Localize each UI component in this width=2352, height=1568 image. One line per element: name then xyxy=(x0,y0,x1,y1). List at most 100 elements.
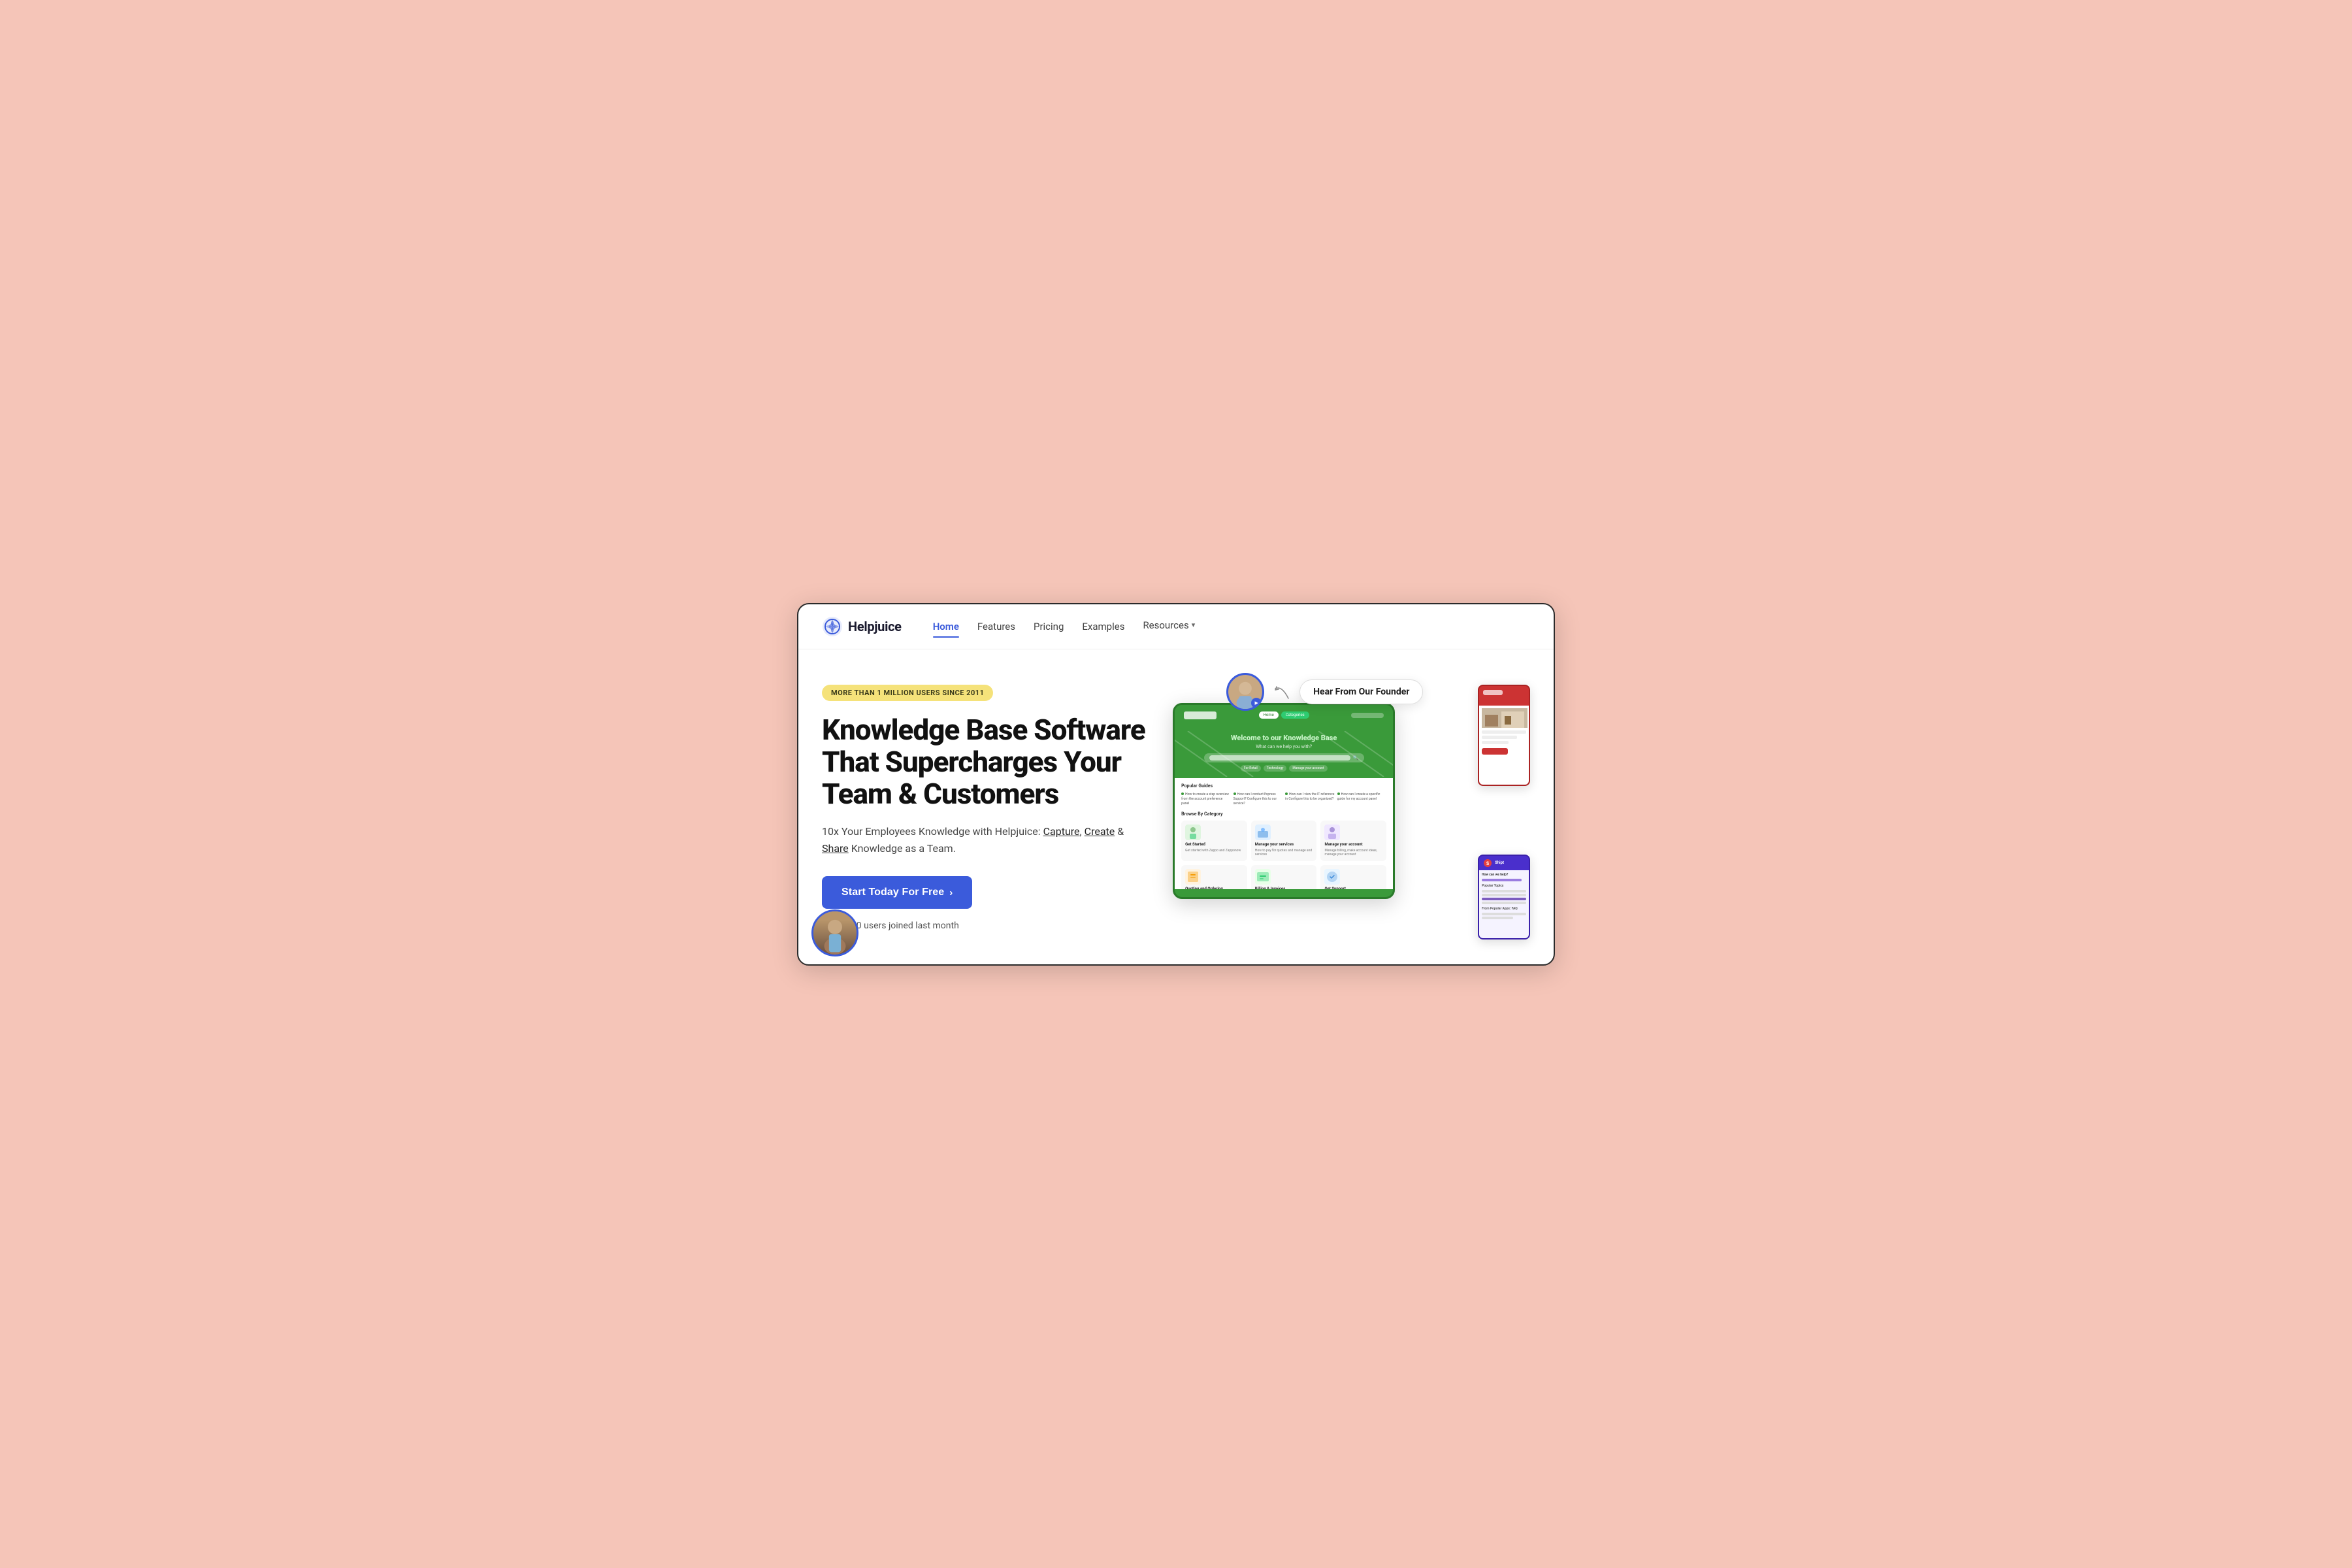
nav-links: Home Features Pricing Examples Resources… xyxy=(933,619,1196,634)
side1-row-1 xyxy=(1482,730,1526,734)
side2-link-2 xyxy=(1482,894,1526,896)
nav-link-features[interactable]: Features xyxy=(977,621,1015,635)
bottom-testimonial-avatar[interactable] xyxy=(811,909,858,956)
kb-cat-title-3: Manage your account xyxy=(1324,842,1362,847)
kb-screenshot-main: Home Categories xyxy=(1173,703,1395,899)
side2-link-5 xyxy=(1482,913,1526,915)
create-link[interactable]: Create xyxy=(1085,825,1115,838)
kb-category-get-started[interactable]: Get Started Get started with Zappo and Z… xyxy=(1181,821,1247,861)
share-link[interactable]: Share xyxy=(822,842,849,855)
hero-section: MORE THAN 1 MILLION USERS SINCE 2011 Kno… xyxy=(798,649,1554,964)
hear-from-bubble: Hear From Our Founder xyxy=(1299,679,1423,704)
kb-top-right xyxy=(1351,713,1384,718)
kb-cat-desc-3: Manage billing, make account ideas, mana… xyxy=(1324,849,1382,857)
kb-guides-grid: How to create a step overview from the a… xyxy=(1181,792,1386,806)
curved-arrow-icon xyxy=(1272,682,1292,702)
play-icon: ▶ xyxy=(1251,698,1262,708)
side2-link-1 xyxy=(1482,890,1526,892)
cta-label: Start Today For Free xyxy=(841,887,944,898)
kb-content: Welcome to our Knowledge Base What can w… xyxy=(1175,723,1393,889)
kb-category-manage-account[interactable]: Manage your account Manage billing, make… xyxy=(1320,821,1386,861)
hero-right: ▶ Hear From Our Founder Home xyxy=(1173,685,1530,933)
nav-item-resources[interactable]: Resources ▾ xyxy=(1143,619,1195,634)
kb-cat-icon-2 xyxy=(1255,825,1271,840)
navbar: Helpjuice Home Features Pricing Examples… xyxy=(798,604,1554,649)
kb-category-billing[interactable]: Billing & Invoices How to view invoices,… xyxy=(1251,865,1317,889)
diagonal-lines-decoration xyxy=(1175,731,1393,777)
side2-popular-title: Popular Topics xyxy=(1482,884,1526,888)
side2-popular-apps-title: From Popular Apps: FAQ xyxy=(1482,907,1526,911)
kb-cat-title-6: Get Support xyxy=(1324,887,1345,889)
kb-cat-title-2: Manage your services xyxy=(1255,842,1294,847)
nav-link-home[interactable]: Home xyxy=(933,621,959,635)
kb-cat-desc-1: Get started with Zappo and Zapponow xyxy=(1185,849,1241,853)
kb-cat-icon-5 xyxy=(1255,869,1271,885)
founder-avatar: ▶ xyxy=(1226,673,1264,711)
side2-top-bar: S Shipt xyxy=(1479,856,1529,870)
side2-link-3 xyxy=(1482,898,1526,900)
nav-link-resources[interactable]: Resources ▾ xyxy=(1143,619,1195,634)
kb-logo-mini xyxy=(1184,711,1217,719)
kb-cat-title-5: Billing & Invoices xyxy=(1255,887,1285,889)
kb-pill-home: Home xyxy=(1259,711,1279,719)
kb-cat-title-1: Get Started xyxy=(1185,842,1205,847)
founder-bubble[interactable]: ▶ Hear From Our Founder xyxy=(1226,673,1423,711)
guide-item-1: How to create a step overview from the a… xyxy=(1181,792,1231,806)
kb-category-support[interactable]: Get Support Learn how to search a produc… xyxy=(1320,865,1386,889)
side2-content: How can we help? Popular Topics From Pop… xyxy=(1479,870,1529,938)
side1-row-2 xyxy=(1482,736,1517,739)
nav-link-examples[interactable]: Examples xyxy=(1082,621,1124,635)
kb-cat-icon-3 xyxy=(1324,825,1340,840)
shipt-icon: S xyxy=(1483,858,1492,868)
guide-item-3: How can I view the IT reference in Confi… xyxy=(1285,792,1335,806)
cta-arrow-icon: › xyxy=(949,887,953,898)
side2-links xyxy=(1482,890,1526,904)
capture-link[interactable]: Capture xyxy=(1043,825,1080,838)
nav-item-examples[interactable]: Examples xyxy=(1082,620,1124,632)
kb-welcome-section: Welcome to our Knowledge Base What can w… xyxy=(1175,723,1393,778)
hero-left: MORE THAN 1 MILLION USERS SINCE 2011 Kno… xyxy=(822,685,1147,932)
kb-screenshot-side2: S Shipt How can we help? Popular Topics … xyxy=(1478,855,1530,939)
users-joined: ★ 17,970 users joined last month xyxy=(822,921,1147,931)
kb-cat-icon-1 xyxy=(1185,825,1201,840)
side2-link-4 xyxy=(1482,902,1526,904)
hero-badge: MORE THAN 1 MILLION USERS SINCE 2011 xyxy=(822,685,993,701)
side1-logo xyxy=(1483,690,1503,695)
kb-categories-grid: Get Started Get started with Zappo and Z… xyxy=(1181,821,1386,889)
nav-item-home[interactable]: Home xyxy=(933,620,959,632)
kb-browse-category-title: Browse By Category xyxy=(1181,811,1386,817)
svg-text:S: S xyxy=(1486,861,1490,866)
kb-body: Popular Guides How to create a step over… xyxy=(1175,778,1393,889)
side1-button xyxy=(1482,748,1508,755)
helpjuice-logo-icon xyxy=(822,616,843,637)
kb-popular-guides-title: Popular Guides xyxy=(1181,783,1386,789)
hero-title: Knowledge Base Software That Supercharge… xyxy=(822,714,1147,811)
guide-item-2: How can I contact Express Support? Confi… xyxy=(1233,792,1283,806)
logo-text: Helpjuice xyxy=(848,619,902,634)
room-thumbnail xyxy=(1482,708,1527,728)
chevron-down-icon: ▾ xyxy=(1192,621,1196,629)
kb-pill-categories: Categories xyxy=(1281,711,1309,719)
nav-item-pricing[interactable]: Pricing xyxy=(1034,620,1064,632)
nav-link-pricing[interactable]: Pricing xyxy=(1034,621,1064,635)
browser-window: Helpjuice Home Features Pricing Examples… xyxy=(797,603,1555,966)
side1-content xyxy=(1479,706,1529,785)
hero-subtitle: 10x Your Employees Knowledge with Helpju… xyxy=(822,823,1147,857)
side2-search xyxy=(1482,879,1522,881)
cta-button[interactable]: Start Today For Free › xyxy=(822,876,972,909)
kb-cat-title-4: Quoting and Ordering xyxy=(1185,887,1223,889)
kb-screenshot-side1 xyxy=(1478,685,1530,786)
side2-links-2 xyxy=(1482,913,1526,919)
kb-cat-desc-2: How to pay for quotes and manage and ser… xyxy=(1255,849,1313,857)
side1-image xyxy=(1482,708,1526,728)
side2-link-6 xyxy=(1482,917,1513,919)
kb-category-manage-services[interactable]: Manage your services How to pay for quot… xyxy=(1251,821,1317,861)
kb-cat-icon-6 xyxy=(1324,869,1340,885)
kb-cat-icon-4 xyxy=(1185,869,1201,885)
kb-category-quoting[interactable]: Quoting and Ordering Create, track and c… xyxy=(1181,865,1247,889)
side2-brand-text: Shipt xyxy=(1495,860,1504,865)
side1-top-bar xyxy=(1479,686,1529,706)
side1-row-3 xyxy=(1482,741,1509,744)
nav-item-features[interactable]: Features xyxy=(977,620,1015,632)
logo-area[interactable]: Helpjuice xyxy=(822,616,902,637)
